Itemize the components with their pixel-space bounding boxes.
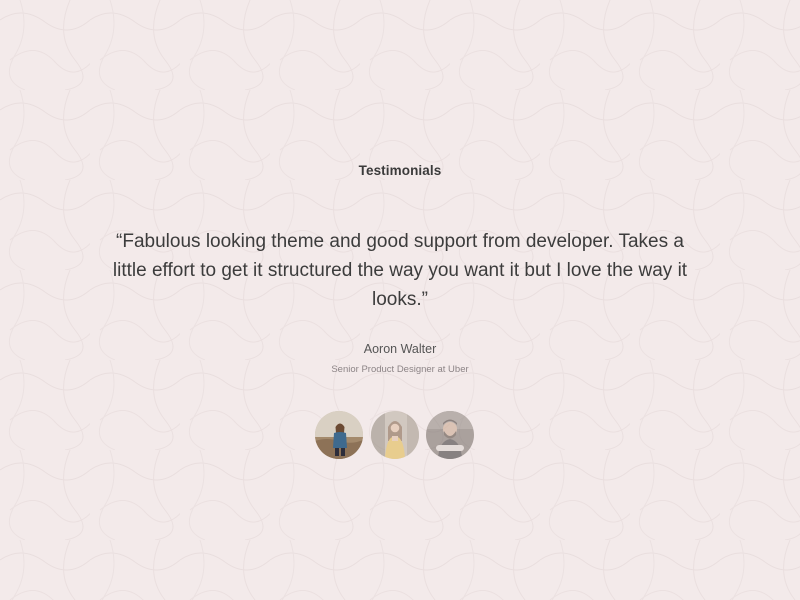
- avatar-3[interactable]: [426, 411, 474, 459]
- avatar-1[interactable]: [315, 411, 363, 459]
- testimonials-section: Testimonials “Fabulous looking theme and…: [0, 0, 800, 600]
- avatar-selector: [315, 411, 485, 461]
- author-role: Senior Product Designer at Uber: [331, 364, 469, 375]
- testimonial-quote: “Fabulous looking theme and good support…: [112, 231, 688, 310]
- avatar-2[interactable]: [371, 411, 419, 459]
- author-name: Aoron Walter: [363, 342, 437, 356]
- section-eyebrow: Testimonials: [358, 163, 442, 178]
